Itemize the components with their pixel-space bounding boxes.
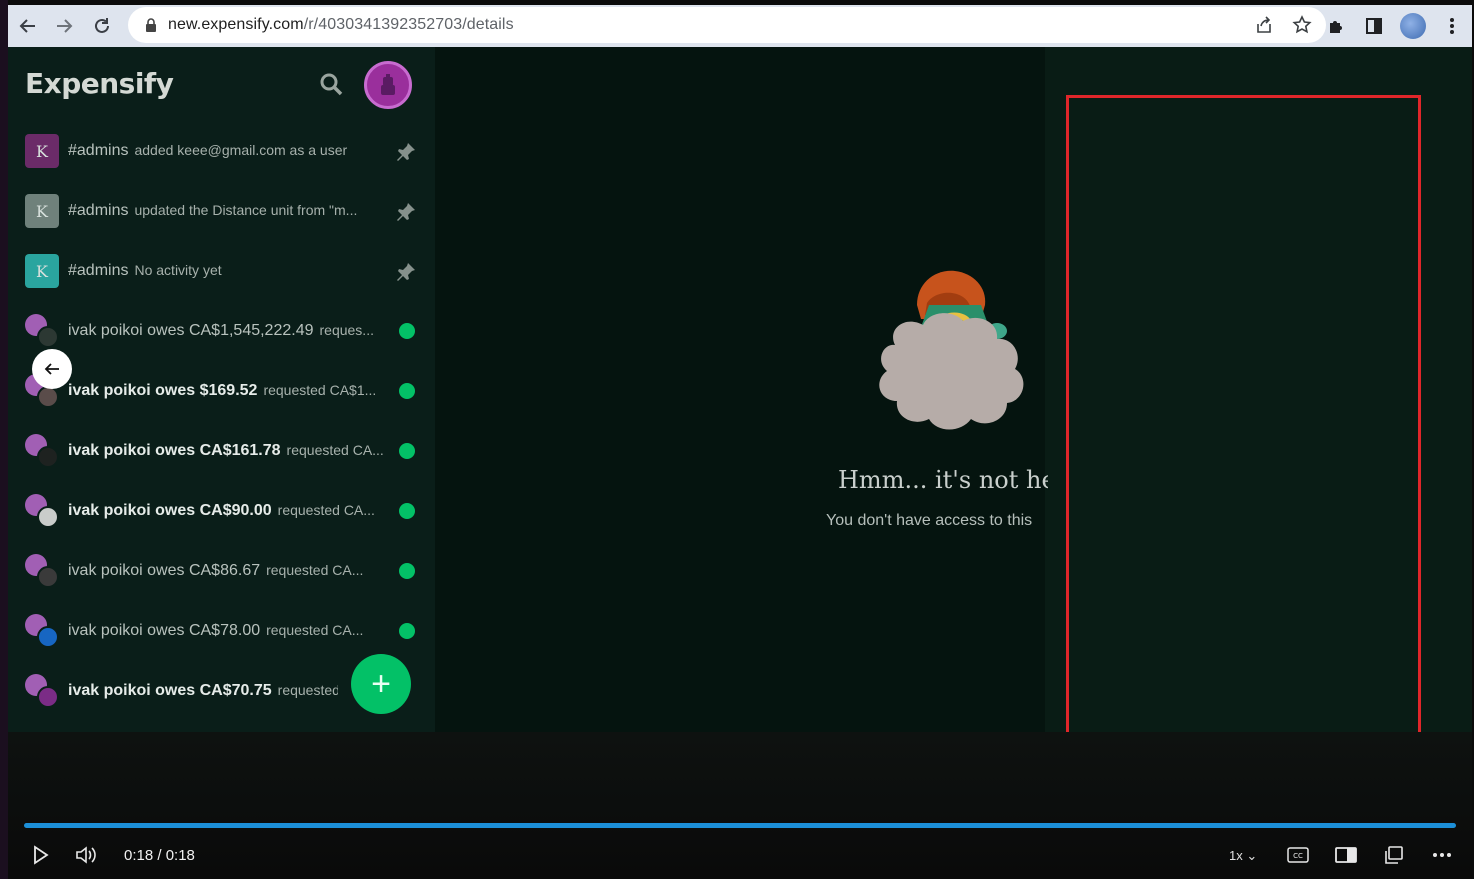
window-edge: [0, 0, 8, 879]
avatar: [25, 434, 59, 468]
pin-icon: [397, 143, 415, 161]
more-vertical-icon[interactable]: [1440, 14, 1464, 38]
time-display: 0:18 / 0:18: [124, 847, 195, 864]
progress-bar[interactable]: [24, 823, 1456, 828]
reload-icon[interactable]: [84, 8, 120, 44]
chat-preview: requested CA...: [277, 502, 375, 518]
chat-preview: requested CA...: [266, 622, 364, 638]
list-item[interactable]: ivak poikoi owes CA$86.67 requested CA...: [25, 551, 417, 591]
unread-dot: [399, 323, 415, 339]
chat-preview: No activity yet: [134, 262, 222, 278]
list-item[interactable]: K #admins added keee@gmail.com as a user: [25, 131, 417, 171]
volume-icon[interactable]: [74, 843, 98, 867]
forward-arrow-icon[interactable]: [46, 8, 82, 44]
sidebar: Expensify K #admins added keee@gmail.com …: [8, 47, 435, 732]
chat-preview: reques...: [319, 322, 374, 338]
list-item[interactable]: ivak poikoi owes $169.52 requested CA$1..…: [25, 371, 417, 411]
list-item[interactable]: ivak poikoi owes CA$78.00 requested CA...: [25, 611, 417, 651]
captions-icon[interactable]: CC: [1286, 843, 1310, 867]
chat-preview: requested: [277, 682, 338, 698]
avatar: K: [25, 134, 59, 168]
picture-in-picture-icon[interactable]: [1382, 843, 1406, 867]
avatar: [25, 554, 59, 588]
video-controls: 0:18 / 0:18 1x ⌄ CC: [8, 732, 1472, 879]
chat-preview: added keee@gmail.com as a user: [134, 142, 348, 158]
back-arrow-button[interactable]: [32, 349, 72, 389]
chat-preview: requested CA...: [266, 562, 364, 578]
unread-dot: [399, 563, 415, 579]
play-icon[interactable]: [28, 843, 52, 867]
unread-dot: [399, 383, 415, 399]
browser-toolbar: new.expensify.com/r/4030341392352703/det…: [8, 5, 1472, 47]
unread-dot: [399, 503, 415, 519]
lock-icon: [146, 18, 156, 32]
list-item[interactable]: ivak poikoi owes CA$161.78 requested CA..…: [25, 431, 417, 471]
chat-preview: updated the Distance unit from "m...: [134, 202, 358, 218]
new-chat-fab-button[interactable]: +: [351, 654, 411, 714]
chat-name: ivak poikoi owes $169.52: [68, 382, 258, 399]
screen-recording-frame: new.expensify.com/r/4030341392352703/det…: [0, 0, 1474, 879]
chat-preview: requested CA...: [286, 442, 384, 458]
bookmark-star-icon[interactable]: [1292, 15, 1312, 35]
unread-dot: [399, 443, 415, 459]
more-horizontal-icon[interactable]: [1430, 843, 1454, 867]
unread-dot: [399, 623, 415, 639]
avatar: [25, 614, 59, 648]
avatar: [25, 314, 59, 348]
not-found-subtitle: You don't have access to this: [826, 512, 1033, 529]
list-item[interactable]: K #admins No activity yet: [25, 251, 417, 291]
profile-avatar[interactable]: [1400, 13, 1426, 39]
not-found-title: Hmm... it's not he: [838, 466, 1048, 494]
chat-name: ivak poikoi owes CA$90.00: [68, 502, 272, 519]
avatar: [25, 494, 59, 528]
chat-preview: requested CA$1...: [263, 382, 377, 398]
chat-name: #admins: [68, 142, 129, 159]
chat-name: ivak poikoi owes CA$78.00: [68, 622, 261, 639]
pin-icon: [397, 203, 415, 221]
url-text: new.expensify.com/r/4030341392352703/det…: [168, 16, 514, 33]
pin-icon: [397, 263, 415, 281]
chat-name: ivak poikoi owes CA$1,545,222.49: [68, 322, 314, 339]
share-icon[interactable]: [1254, 15, 1274, 35]
chat-name: #admins: [68, 262, 129, 279]
playback-speed-select[interactable]: 1x ⌄: [1229, 848, 1257, 864]
avatar: [25, 674, 59, 708]
avatar: K: [25, 254, 59, 288]
back-arrow-icon[interactable]: [10, 8, 46, 44]
expensify-logo: Expensify: [25, 67, 174, 100]
address-bar[interactable]: new.expensify.com/r/4030341392352703/det…: [128, 7, 1326, 43]
chat-name: ivak poikoi owes CA$86.67: [68, 562, 261, 579]
search-icon[interactable]: [318, 71, 344, 97]
user-avatar[interactable]: [364, 61, 412, 109]
list-item[interactable]: ivak poikoi owes CA$1,545,222.49 reques..…: [25, 311, 417, 351]
list-item[interactable]: ivak poikoi owes CA$90.00 requested CA...: [25, 491, 417, 531]
chat-name: ivak poikoi owes CA$70.75: [68, 682, 272, 699]
side-panel-icon[interactable]: [1362, 14, 1386, 38]
annotation-highlight-box: [1066, 95, 1421, 739]
chat-name: #admins: [68, 202, 129, 219]
extensions-puzzle-icon[interactable]: [1324, 14, 1348, 38]
cloud-character-illustration: [879, 270, 1024, 430]
svg-text:CC: CC: [1293, 852, 1303, 860]
chat-name: ivak poikoi owes CA$161.78: [68, 442, 281, 459]
avatar: K: [25, 194, 59, 228]
list-item[interactable]: K #admins updated the Distance unit from …: [25, 191, 417, 231]
theater-mode-icon[interactable]: [1334, 843, 1358, 867]
